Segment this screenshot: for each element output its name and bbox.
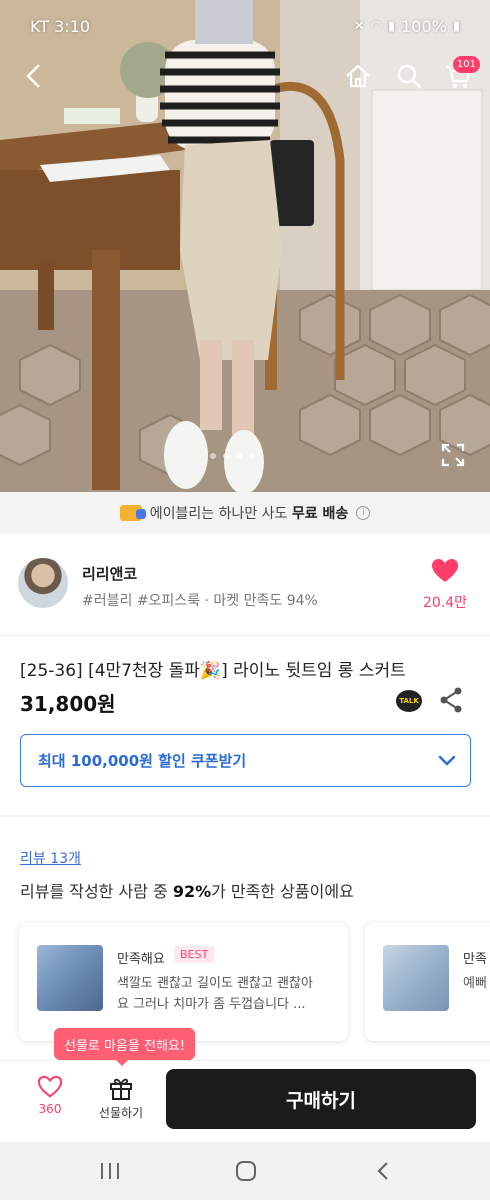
battery-icon: ▮ xyxy=(452,18,460,34)
seller-name[interactable]: 리리앤코 xyxy=(82,563,137,584)
wishlist-count: 360 xyxy=(38,1102,62,1116)
buy-button[interactable]: 구매하기 xyxy=(166,1069,476,1129)
coupon-label: 최대 100,000원 할인 쿠폰받기 xyxy=(38,752,247,770)
review-text-line: 요 그러나 치마가 좀 두껍습니다 ... xyxy=(117,997,306,1012)
purchase-bar: 360 선물하기 구매하기 xyxy=(0,1060,490,1142)
review-card[interactable]: 만족해요 BEST 색깔도 괜찮고 길이도 괜찮고 괜찮아 요 그러나 치마가 … xyxy=(19,923,348,1041)
seller-like-count: 20.4만 xyxy=(422,595,468,611)
product-title: [25-36] [4만7천장 돌파🎉] 라이노 뒷트임 롱 스커트 xyxy=(20,661,406,681)
gallery-indicator xyxy=(210,453,255,459)
shipping-text: 에이블리는 하나만 사도 무료 배송 xyxy=(150,503,349,523)
delivery-box-icon xyxy=(119,505,146,521)
seller-tags: #러블리 #오피스룩 · 마켓 만족도 94% xyxy=(82,593,318,609)
best-badge: BEST xyxy=(174,946,215,963)
expand-icon[interactable] xyxy=(440,442,466,468)
system-navigation-bar xyxy=(0,1142,490,1200)
gift-icon xyxy=(110,1078,132,1100)
shipping-highlight: 무료 배송 xyxy=(291,506,349,522)
review-photo xyxy=(37,945,103,1011)
gift-button[interactable]: 선물하기 xyxy=(91,1075,151,1121)
review-summary-percent: 92% xyxy=(172,882,212,901)
back-arrow-icon xyxy=(26,64,40,88)
cart-button[interactable]: 101 xyxy=(440,56,480,94)
carrier: KT xyxy=(30,16,50,36)
mute-icon: ✕ xyxy=(353,18,365,34)
share-icon[interactable] xyxy=(438,686,464,714)
coupon-button[interactable]: 최대 100,000원 할인 쿠폰받기 xyxy=(20,734,471,787)
gallery-dot xyxy=(210,453,216,459)
gallery-dot xyxy=(249,453,255,459)
back-nav-icon[interactable] xyxy=(372,1160,396,1182)
review-summary-after: 가 만족한 상품이에요 xyxy=(211,882,354,901)
review-text-line: 색깔도 괜찮고 길이도 괜찮고 괜찮아 xyxy=(117,976,313,991)
review-card[interactable]: 만족 예뻐 xyxy=(365,923,490,1041)
wishlist-button[interactable]: 360 xyxy=(20,1075,80,1116)
signal-icon: ▮ xyxy=(387,18,396,34)
review-text: 색깔도 괜찮고 길이도 괜찮고 괜찮아 요 그러나 치마가 좀 두껍습니다 ..… xyxy=(117,973,332,1015)
wifi-icon: ◠ xyxy=(370,18,382,34)
review-summary: 리뷰를 작성한 사람 중 92%가 만족한 상품이에요 xyxy=(20,878,354,902)
seller-section[interactable]: 리리앤코 #러블리 #오피스룩 · 마켓 만족도 94% 20.4만 xyxy=(0,534,490,636)
search-button[interactable] xyxy=(391,58,427,94)
home-nav-icon[interactable] xyxy=(234,1160,258,1182)
heart-icon xyxy=(37,1075,63,1098)
gallery-dot xyxy=(223,453,229,459)
heart-icon xyxy=(432,559,458,582)
review-photo xyxy=(383,945,449,1011)
home-icon xyxy=(346,64,370,88)
review-text: 예뻐 xyxy=(463,973,490,994)
search-icon xyxy=(397,64,422,89)
product-price: 31,800원 xyxy=(20,692,116,716)
top-nav: 101 xyxy=(0,56,490,98)
status-right: ✕ ◠ ▮ 100% ▮ xyxy=(354,17,460,36)
status-left: KT 3:10 xyxy=(30,17,90,36)
status-bar: KT 3:10 ✕ ◠ ▮ 100% ▮ xyxy=(0,0,490,52)
section-divider xyxy=(0,815,490,817)
review-summary-before: 리뷰를 작성한 사람 중 xyxy=(20,882,173,901)
home-button[interactable] xyxy=(340,58,376,94)
battery-level: 100% xyxy=(401,16,447,36)
info-icon[interactable]: i xyxy=(356,506,371,520)
review-text-line: 예뻐 xyxy=(463,976,487,991)
recent-apps-icon[interactable] xyxy=(98,1160,122,1182)
seller-like-button[interactable]: 20.4만 xyxy=(420,558,470,612)
cart-count-badge: 101 xyxy=(452,56,480,73)
kakaotalk-icon[interactable]: TALK xyxy=(396,690,422,712)
shipping-text-before: 에이블리는 하나만 사도 xyxy=(149,506,292,522)
review-count-link[interactable]: 리뷰 13개 xyxy=(20,848,81,868)
seller-avatar[interactable] xyxy=(18,558,68,608)
review-rating-label: 만족해요 xyxy=(117,952,165,967)
back-button[interactable] xyxy=(16,58,52,94)
gallery-dot-active xyxy=(236,453,242,459)
chevron-down-icon xyxy=(438,755,456,765)
free-shipping-banner[interactable]: 에이블리는 하나만 사도 무료 배송 i xyxy=(0,492,490,534)
clock: 3:10 xyxy=(54,16,91,36)
review-rating-label: 만족 xyxy=(463,952,487,967)
gift-label: 선물하기 xyxy=(98,1106,144,1120)
product-image-gallery[interactable]: KT 3:10 ✕ ◠ ▮ 100% ▮ 101 xyxy=(0,0,490,492)
gift-tooltip: 선물로 마음을 전해요! xyxy=(54,1028,196,1066)
